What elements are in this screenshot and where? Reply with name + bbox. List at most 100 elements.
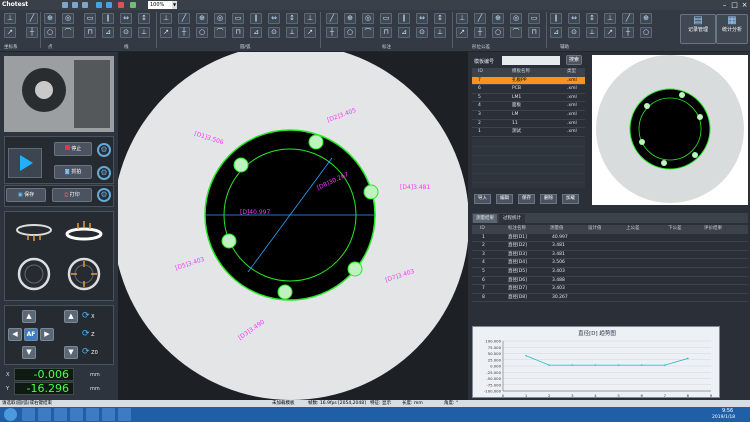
- ribbon-tool-icon[interactable]: ⊿: [250, 27, 262, 38]
- ribbon-tool-icon[interactable]: ⊕: [344, 13, 356, 24]
- ribbon-tool-icon[interactable]: ⊿: [550, 27, 562, 38]
- ribbon-tool-icon[interactable]: ↗: [304, 27, 316, 38]
- edit-button[interactable]: 编辑: [496, 194, 513, 204]
- ribbon-tool-icon[interactable]: ↗: [160, 27, 172, 38]
- table-row[interactable]: 3 LM .xml: [472, 111, 585, 120]
- ribbon-tool-icon[interactable]: ⌒: [214, 27, 226, 38]
- ribbon-tool-icon[interactable]: ◎: [214, 13, 226, 24]
- save-icon[interactable]: [82, 2, 88, 8]
- ribbon-tool-icon[interactable]: ⊙: [268, 27, 280, 38]
- template-save-button[interactable]: 保存: [518, 194, 535, 204]
- ribbon-tool-icon[interactable]: ↕: [586, 13, 598, 24]
- ribbon-tool-icon[interactable]: ○: [196, 27, 208, 38]
- ribbon-tool-icon[interactable]: ○: [344, 27, 356, 38]
- autofocus-button[interactable]: AF: [24, 328, 38, 341]
- gear-icon[interactable]: ⚙: [97, 166, 111, 180]
- record-management-button[interactable]: ▤ 记录管理: [680, 14, 716, 44]
- new-icon[interactable]: [62, 2, 68, 8]
- table-row[interactable]: 6 PCB .xml: [472, 85, 585, 94]
- ribbon-tool-icon[interactable]: ⊥: [304, 13, 316, 24]
- ribbon-tool-icon[interactable]: ▭: [528, 13, 540, 24]
- play-button[interactable]: [8, 148, 42, 178]
- statistics-button[interactable]: ▦ 统计分析: [716, 14, 748, 44]
- table-row[interactable]: 5 LM1 .xml: [472, 94, 585, 103]
- ribbon-tool-icon[interactable]: ↗: [456, 27, 468, 38]
- ribbon-tool-icon[interactable]: ⌒: [62, 27, 74, 38]
- ribbon-tool-icon[interactable]: ┼: [26, 27, 38, 38]
- ribbon-tool-icon[interactable]: ∥: [102, 13, 114, 24]
- capture-button[interactable]: ◙ 抓拍: [54, 165, 92, 179]
- taskbar-app-icon[interactable]: [70, 408, 83, 421]
- table-row[interactable]: 4 直径[D4] 3.506: [472, 259, 748, 268]
- table-row[interactable]: 7 孔板PP .xml: [472, 76, 585, 86]
- ribbon-tool-icon[interactable]: ▭: [380, 13, 392, 24]
- load-button[interactable]: 加载: [562, 194, 579, 204]
- ribbon-tool-icon[interactable]: ⊥: [4, 13, 16, 24]
- ribbon-tool-icon[interactable]: ╱: [26, 13, 38, 24]
- ribbon-tool-icon[interactable]: ⊓: [380, 27, 392, 38]
- close-doc-icon[interactable]: [118, 2, 124, 8]
- delete-button[interactable]: 删除: [540, 194, 557, 204]
- table-row[interactable]: 5 直径[D5] 3.403: [472, 268, 748, 277]
- import-button[interactable]: 导入: [474, 194, 491, 204]
- z-refresh-button[interactable]: ⟳ Z: [82, 328, 110, 341]
- ribbon-tool-icon[interactable]: ▭: [232, 13, 244, 24]
- template-search-input[interactable]: [502, 56, 560, 65]
- close-icon[interactable]: ×: [740, 1, 749, 9]
- table-row[interactable]: 1 直径[D1] 40.997: [472, 234, 748, 243]
- minimize-icon[interactable]: –: [720, 1, 729, 9]
- table-row[interactable]: 2 11 .xml: [472, 120, 585, 129]
- ribbon-tool-icon[interactable]: ⊙: [568, 27, 580, 38]
- ribbon-tool-icon[interactable]: ┼: [178, 27, 190, 38]
- table-row[interactable]: 1 测试 .xml: [472, 128, 585, 137]
- run-icon[interactable]: [130, 2, 136, 8]
- taskbar-app-icon[interactable]: [86, 408, 99, 421]
- image-view[interactable]: [D1]3.506 [D2]3.405 [D8]30.267 [D4]3.481…: [118, 52, 468, 400]
- z-down-icon[interactable]: ▼: [64, 346, 78, 359]
- ribbon-tool-icon[interactable]: ⟂: [286, 27, 298, 38]
- ribbon-tool-icon[interactable]: ⟂: [434, 27, 446, 38]
- z-up-icon[interactable]: ▲: [64, 310, 78, 323]
- ribbon-tool-icon[interactable]: ⊕: [492, 13, 504, 24]
- ribbon-tool-icon[interactable]: ⇔: [416, 13, 428, 24]
- z0-refresh-button[interactable]: ⟳ Z0: [82, 346, 110, 359]
- ribbon-tool-icon[interactable]: ⊓: [84, 27, 96, 38]
- x-refresh-button[interactable]: ⟳ X: [82, 310, 110, 323]
- ribbon-tool-icon[interactable]: ↕: [138, 13, 150, 24]
- ribbon-tool-icon[interactable]: ⇔: [268, 13, 280, 24]
- tab-measurement-results[interactable]: 测量结果: [473, 214, 497, 223]
- ribbon-tool-icon[interactable]: ○: [492, 27, 504, 38]
- search-button[interactable]: 搜索: [566, 55, 582, 65]
- ribbon-tool-icon[interactable]: ╱: [326, 13, 338, 24]
- ribbon-tool-icon[interactable]: ⇔: [120, 13, 132, 24]
- ribbon-tool-icon[interactable]: ▭: [84, 13, 96, 24]
- ribbon-tool-icon[interactable]: ↗: [4, 27, 16, 38]
- table-row[interactable]: 7 直径[D7] 3.403: [472, 285, 748, 294]
- gear-icon[interactable]: ⚙: [97, 188, 111, 202]
- arrow-down-icon[interactable]: ▼: [22, 346, 36, 359]
- gear-icon[interactable]: ⚙: [97, 143, 111, 157]
- ribbon-tool-icon[interactable]: ⊙: [120, 27, 132, 38]
- contour-light-icon[interactable]: [17, 257, 51, 291]
- ribbon-tool-icon[interactable]: ∥: [250, 13, 262, 24]
- ribbon-tool-icon[interactable]: ↕: [286, 13, 298, 24]
- ribbon-tool-icon[interactable]: ↕: [434, 13, 446, 24]
- ribbon-tool-icon[interactable]: ╱: [178, 13, 190, 24]
- undo-icon[interactable]: [96, 2, 102, 8]
- taskbar-app-icon[interactable]: [22, 408, 35, 421]
- taskbar-app-icon[interactable]: [102, 408, 115, 421]
- ribbon-tool-icon[interactable]: ⊕: [44, 13, 56, 24]
- table-row[interactable]: 8 直径[D8] 30.267: [472, 294, 748, 303]
- ribbon-tool-icon[interactable]: ⟂: [586, 27, 598, 38]
- table-row[interactable]: 2 直径[D2] 3.481: [472, 242, 748, 251]
- open-icon[interactable]: [72, 2, 78, 8]
- save-button[interactable]: ▣ 保存: [6, 188, 46, 202]
- maximize-icon[interactable]: □: [730, 1, 739, 9]
- ribbon-tool-icon[interactable]: ◎: [510, 13, 522, 24]
- ribbon-tool-icon[interactable]: ⊿: [398, 27, 410, 38]
- ribbon-tool-icon[interactable]: ╱: [622, 13, 634, 24]
- taskbar-app-icon[interactable]: [54, 408, 67, 421]
- ribbon-tool-icon[interactable]: ⊥: [456, 13, 468, 24]
- table-row[interactable]: 4 面板 .xml: [472, 102, 585, 111]
- ribbon-tool-icon[interactable]: ⊙: [416, 27, 428, 38]
